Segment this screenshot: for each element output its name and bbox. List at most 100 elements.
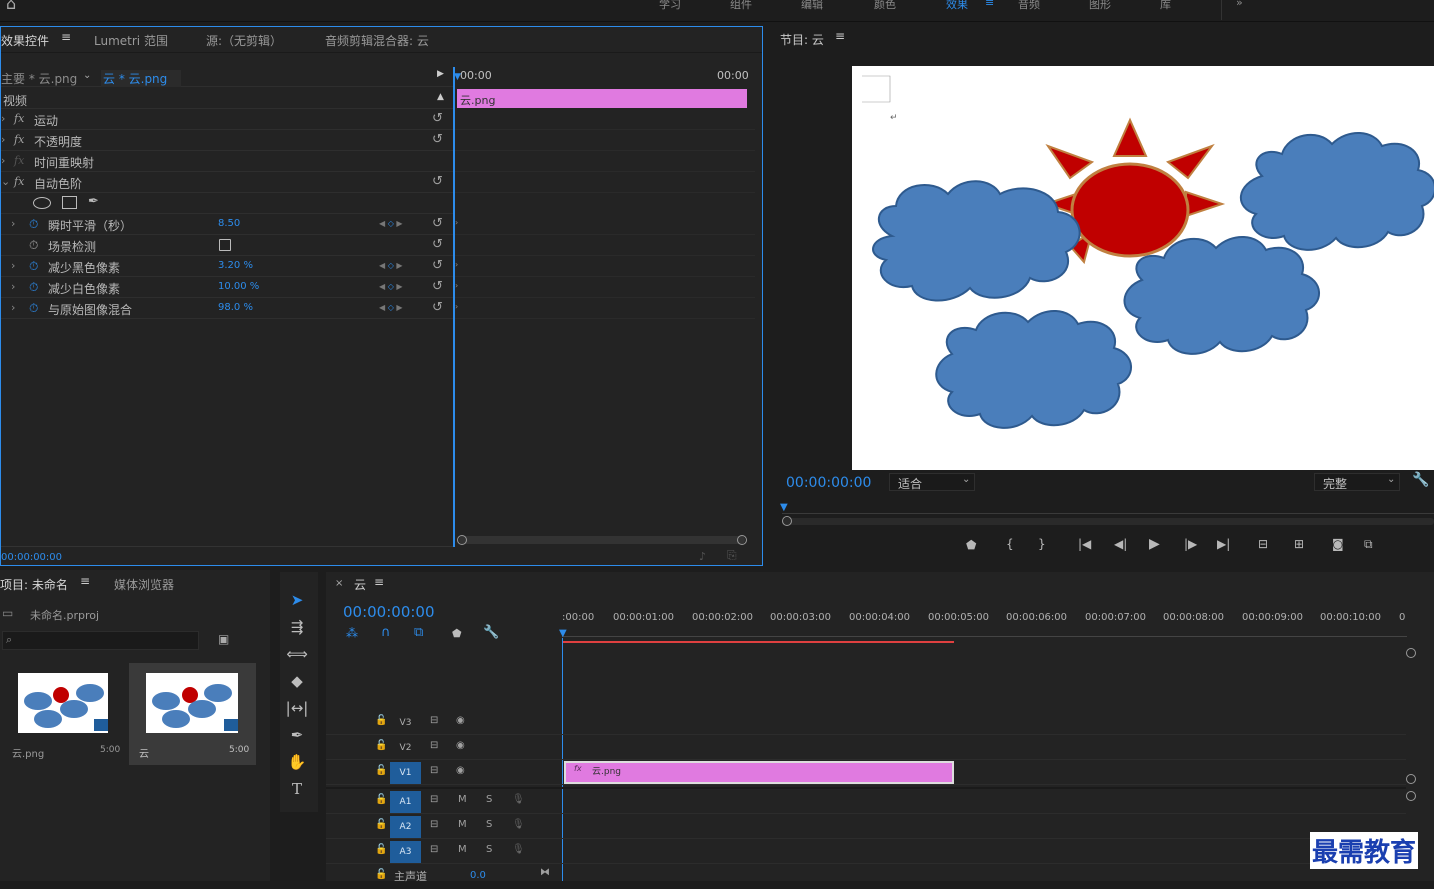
filter-audio-icon[interactable]: ♪ [699, 550, 706, 563]
sync-lock-icon[interactable]: ⊟ [430, 819, 438, 830]
panel-menu-icon[interactable]: ≡ [835, 29, 845, 43]
track-target[interactable]: V3 [390, 712, 421, 734]
track-target[interactable]: A2 [390, 816, 421, 838]
workspace-assembly[interactable]: 组件 [730, 0, 752, 12]
time-ruler[interactable]: :00:00 00:00:01:00 00:00:02:00 00:00:03:… [559, 612, 1407, 644]
timeline-timecode[interactable]: 00:00:00:00 [343, 603, 435, 621]
param-value[interactable]: 98.0 % [218, 302, 253, 313]
sync-lock-icon[interactable]: ⊟ [430, 765, 438, 776]
stopwatch-icon[interactable]: ⏱ [29, 301, 38, 316]
param-row-blend-original[interactable]: › ⏱ 与原始图像混合 98.0 % ◀ ◇ ▶ ↺ [1, 298, 453, 319]
collapse-icon[interactable]: ⌄ [1, 175, 10, 188]
type-tool-icon[interactable]: T [280, 776, 314, 802]
expand-icon[interactable]: › [1, 154, 5, 167]
play-icon[interactable]: ▶ [1149, 536, 1160, 552]
param-value[interactable]: 8.50 [218, 218, 240, 229]
track-target[interactable]: A1 [390, 791, 421, 813]
step-back-icon[interactable]: ◀| [1114, 537, 1127, 551]
project-item-sequence[interactable]: 云 5:00 [129, 663, 256, 765]
go-to-end-icon[interactable]: ⧓ [540, 867, 550, 878]
scroll-handle-bottom[interactable] [1406, 774, 1416, 784]
ellipse-mask-icon[interactable] [33, 197, 51, 209]
chevron-down-icon[interactable]: ⌄ [83, 70, 91, 81]
lock-icon[interactable]: 🔓 [375, 740, 387, 751]
pen-mask-icon[interactable]: ✒ [88, 194, 99, 209]
effect-row-time-remap[interactable]: › fx 时间重映射 [1, 151, 453, 172]
project-tab[interactable]: 项目: 未命名 [0, 576, 68, 593]
extract-icon[interactable]: ⊞ [1294, 537, 1304, 551]
workspace-editing[interactable]: 编辑 [801, 0, 823, 12]
keyframe-marker-icon[interactable]: › [455, 281, 458, 290]
lock-icon[interactable]: 🔓 [375, 869, 387, 880]
workspace-graphics[interactable]: 图形 [1089, 0, 1111, 12]
playhead-icon[interactable]: ▼ [454, 72, 461, 82]
add-marker-icon[interactable]: ⬟ [966, 538, 976, 552]
lock-icon[interactable]: 🔓 [375, 844, 387, 855]
selection-tool-icon[interactable]: ➤ [280, 587, 314, 613]
effect-row-opacity[interactable]: › fx 不透明度 ↺ [1, 130, 453, 151]
microphone-icon[interactable]: 🎙 [512, 819, 525, 830]
toggle-timeline-icon[interactable]: ▶ [437, 69, 444, 79]
nest-toggle-icon[interactable]: ⁂ [346, 626, 358, 640]
linked-selection-icon[interactable]: ⧉ [414, 625, 423, 640]
master-clip-label[interactable]: 主要 * 云.png [1, 70, 77, 87]
ec-timecode[interactable]: 00:00:00:00 [1, 552, 62, 563]
new-bin-icon[interactable]: ▣ [218, 632, 229, 646]
expand-icon[interactable]: › [11, 259, 15, 272]
sync-lock-icon[interactable]: ⊟ [430, 740, 438, 751]
reset-icon[interactable]: ↺ [432, 258, 443, 273]
reset-icon[interactable]: ↺ [432, 279, 443, 294]
sync-lock-icon[interactable]: ⊟ [430, 794, 438, 805]
keyframe-marker-icon[interactable]: › [455, 218, 458, 227]
solo-button[interactable]: S [486, 819, 492, 830]
fx-badge[interactable]: fx [574, 764, 582, 773]
param-row-white-clip[interactable]: › ⏱ 减少白色像素 10.00 % ◀ ◇ ▶ ↺ [1, 277, 453, 298]
more-workspaces-icon[interactable]: » [1236, 0, 1243, 9]
reset-icon[interactable]: ↺ [432, 111, 443, 126]
zoom-scrollbar[interactable] [782, 516, 1434, 526]
microphone-icon[interactable]: 🎙 [512, 844, 525, 855]
solo-button[interactable]: S [486, 844, 492, 855]
scroll-handle-right[interactable] [737, 535, 747, 545]
tab-effect-controls[interactable]: 效果控件 [1, 32, 49, 49]
home-icon[interactable]: ⌂ [6, 0, 16, 13]
eye-icon[interactable]: ◉ [456, 715, 465, 726]
stopwatch-icon[interactable]: ⏱ [29, 280, 38, 295]
scroll-handle-left[interactable] [782, 516, 792, 526]
ripple-edit-tool-icon[interactable]: ⟺ [280, 641, 314, 667]
timeline-clip[interactable]: fx 云.png [564, 761, 954, 784]
track-target[interactable]: V2 [390, 737, 421, 759]
panel-menu-icon[interactable]: ≡ [61, 30, 71, 44]
track-select-tool-icon[interactable]: ⇶ [280, 614, 314, 640]
scene-detect-checkbox[interactable] [219, 239, 231, 251]
stopwatch-icon[interactable]: ⏱ [29, 259, 38, 274]
scroll-up-icon[interactable]: ▲ [437, 92, 444, 102]
track-target[interactable]: A3 [390, 841, 421, 863]
pen-tool-icon[interactable]: ✒ [280, 722, 314, 748]
snap-icon[interactable]: ∩ [381, 625, 391, 640]
expand-icon[interactable]: › [1, 112, 5, 125]
eye-icon[interactable]: ◉ [456, 740, 465, 751]
lock-icon[interactable]: 🔓 [375, 765, 387, 776]
wrench-icon[interactable]: 🔧 [1412, 472, 1429, 488]
lock-icon[interactable]: 🔓 [375, 715, 387, 726]
project-item-clip[interactable]: 云.png 5:00 [2, 663, 128, 765]
workspace-learn[interactable]: 学习 [659, 0, 681, 12]
go-to-out-icon[interactable]: ▶| [1217, 537, 1230, 551]
program-video-frame[interactable]: ↵ [852, 66, 1434, 470]
workspace-effects[interactable]: 效果 [946, 0, 968, 12]
fx-icon[interactable]: fx [14, 133, 24, 146]
close-icon[interactable]: × [335, 578, 343, 589]
panel-menu-icon[interactable]: ≡ [80, 574, 90, 588]
param-value[interactable]: 3.20 % [218, 260, 253, 271]
param-row-scene-detect[interactable]: ⏱ 场景检测 ↺ [1, 235, 453, 256]
stopwatch-icon[interactable]: ⏱ [29, 217, 38, 232]
sequence-clip-label[interactable]: 云 * 云.png [101, 70, 182, 87]
hand-tool-icon[interactable]: ✋ [280, 749, 314, 775]
timeline-settings-icon[interactable]: 🔧 [483, 625, 499, 640]
keyframe-nav-icon[interactable]: ◀ ◇ ▶ [379, 282, 403, 291]
sync-lock-icon[interactable]: ⊟ [430, 715, 438, 726]
work-area-bar[interactable] [562, 641, 954, 643]
step-forward-icon[interactable]: |▶ [1184, 537, 1197, 551]
add-marker-icon[interactable]: ⬟ [452, 627, 462, 640]
